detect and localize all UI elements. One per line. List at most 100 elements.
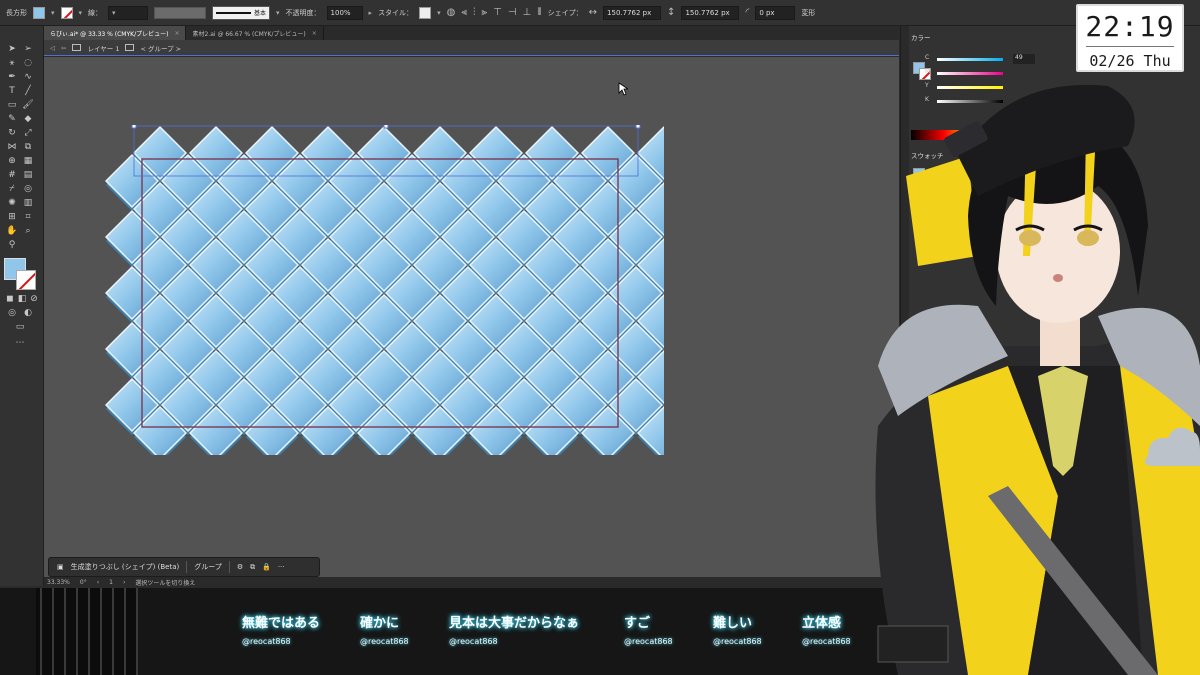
stroke-color-box[interactable] (16, 270, 36, 290)
close-icon[interactable]: × (174, 30, 179, 37)
stroke-weight-field[interactable]: ▾ (108, 5, 149, 20)
hand-tool-icon[interactable]: ✋ (6, 226, 18, 237)
align-bottom-icon[interactable]: ⊥ (523, 7, 532, 18)
magic-wand-tool-icon[interactable]: ⚹ (6, 58, 18, 69)
selection-tool-icon[interactable]: ➤ (6, 44, 18, 55)
diamond-tile-pattern[interactable] (104, 125, 664, 455)
brush-definition-label: 基本 (254, 10, 267, 17)
scale-tool-icon[interactable]: ⤢ (22, 128, 34, 139)
corner-radius-field[interactable]: 0 px (755, 5, 796, 20)
opacity-label[interactable]: 不透明度： (286, 8, 321, 18)
slice-tool-icon[interactable]: ⌗ (22, 212, 34, 223)
curvature-tool-icon[interactable]: ∿ (22, 72, 34, 83)
variable-width-profile[interactable] (154, 6, 207, 19)
artboard-prev-icon[interactable]: ‹ (97, 579, 99, 586)
screen-mode-icon[interactable]: ▭ (14, 322, 26, 333)
shape-section-label[interactable]: シェイプ： (548, 8, 583, 18)
free-transform-tool-icon[interactable]: ⧉ (22, 142, 34, 153)
rotate-tool-icon[interactable]: ↻ (6, 128, 18, 139)
fill-dropdown-icon[interactable]: ▾ (51, 9, 55, 17)
zoom-in-icon[interactable]: ⚲ (6, 240, 18, 251)
cyan-slider[interactable]: C (925, 54, 1003, 61)
tab-document-1[interactable]: らびぃ.ai* @ 33.33 % (CMYK/プレビュー) × (44, 26, 187, 40)
stroke-dropdown-icon[interactable]: ▾ (79, 9, 83, 17)
chat-message: 見本は大事だからなぁ @reocat868 (449, 612, 579, 646)
color-mode-icon[interactable]: ◼ (4, 294, 16, 305)
opacity-field[interactable]: 100% (326, 5, 363, 20)
cyan-value-field[interactable]: 49 (1013, 54, 1035, 64)
distribute-icon[interactable]: ⦀ (537, 7, 541, 18)
breadcrumb-layer[interactable]: レイヤー 1 (87, 43, 119, 53)
style-dropdown-icon[interactable]: ▾ (437, 9, 441, 17)
align-center-icon[interactable]: ⫶ (473, 7, 476, 18)
align-left-icon[interactable]: ⫷ (461, 7, 467, 18)
line-tool-icon[interactable]: ╱ (22, 86, 34, 97)
eraser-tool-icon[interactable]: ◆ (22, 114, 34, 125)
up-arrow-icon[interactable]: ⇦ (61, 44, 66, 52)
draw-behind-icon[interactable]: ◐ (22, 308, 34, 319)
symbol-sprayer-tool-icon[interactable]: ✺ (6, 198, 18, 209)
width-tool-icon[interactable]: ⋈ (6, 142, 18, 153)
lasso-tool-icon[interactable]: ◌ (22, 58, 34, 69)
perspective-grid-tool-icon[interactable]: ▦ (22, 156, 34, 167)
height-field[interactable]: 150.7762 px (681, 5, 740, 20)
opacity-dropdown-icon[interactable]: ▸ (369, 9, 373, 17)
style-swatch[interactable] (419, 6, 432, 19)
generative-fill-button[interactable]: 生成塗りつぶし (シェイプ) (Beta) (71, 562, 180, 572)
rotation-value[interactable]: 0° (80, 579, 87, 586)
selection-handle[interactable] (383, 125, 389, 129)
none-mode-icon[interactable]: ⊘ (28, 294, 40, 305)
recolor-icon[interactable]: ◍ (447, 7, 456, 18)
rectangle-tool-icon[interactable]: ▭ (6, 100, 18, 111)
artboard-number[interactable]: 1 (109, 579, 113, 586)
chat-username: @reocat868 (242, 637, 291, 646)
duplicate-icon[interactable]: ⧉ (250, 563, 255, 572)
artboard-tool-icon[interactable]: ⊞ (6, 212, 18, 223)
chat-message-text: 見本は大事だからなぁ (449, 616, 580, 631)
blend-tool-icon[interactable]: ◎ (22, 184, 34, 195)
gradient-mode-icon[interactable]: ◧ (16, 294, 28, 305)
more-options-button[interactable]: ··· (278, 563, 285, 571)
direct-selection-tool-icon[interactable]: ➢ (22, 44, 34, 55)
zoom-level[interactable]: 33.33% (47, 579, 70, 586)
brush-definition[interactable]: 基本 (212, 5, 271, 20)
decorative-stripes (36, 588, 138, 675)
brush-dropdown-icon[interactable]: ▾ (276, 9, 280, 17)
artboard-next-icon[interactable]: › (123, 579, 125, 586)
shape-builder-tool-icon[interactable]: ⊕ (6, 156, 18, 167)
pen-tool-icon[interactable]: ✒ (6, 72, 18, 83)
selection-handle[interactable] (131, 125, 137, 129)
align-right-icon[interactable]: ⫸ (481, 7, 487, 18)
eyedropper-tool-icon[interactable]: ⌿ (6, 184, 18, 195)
transform-label[interactable]: 変形 (801, 8, 815, 18)
breadcrumb-group[interactable]: < グループ > (140, 43, 181, 53)
align-middle-icon[interactable]: ⊣ (508, 7, 517, 18)
cyan-label: C (925, 54, 930, 61)
type-tool-icon[interactable]: T (6, 86, 18, 97)
stroke-swatch[interactable] (60, 6, 73, 19)
back-arrow-icon[interactable]: ◁ (50, 44, 55, 52)
close-icon[interactable]: × (312, 30, 317, 37)
color-panel-header[interactable]: カラー (911, 32, 931, 42)
width-field[interactable]: 150.7762 px (603, 5, 662, 20)
settings-gear-icon[interactable]: ⚙ (237, 563, 243, 571)
brush-tool-icon[interactable]: 🖌 (22, 100, 34, 111)
mesh-tool-icon[interactable]: # (6, 170, 18, 181)
gradient-tool-icon[interactable]: ▤ (22, 170, 34, 181)
fill-stroke-widget[interactable] (4, 258, 38, 292)
draw-mode-icon[interactable]: ◎ (6, 308, 18, 319)
lock-icon[interactable]: 🔒 (262, 563, 271, 571)
selection-handle[interactable] (635, 125, 641, 129)
group-button[interactable]: グループ (194, 562, 222, 572)
chat-message: 確かに @reocat868 (360, 612, 409, 646)
zoom-tool-icon[interactable]: ⌕ (22, 226, 34, 237)
tab-document-2[interactable]: 素材2.ai @ 66.67 % (CMYK/プレビュー) × (186, 26, 324, 40)
shaper-tool-icon[interactable]: ✎ (6, 114, 18, 125)
more-tools-icon[interactable]: ⋯ (14, 338, 26, 349)
column-graph-tool-icon[interactable]: ▥ (22, 198, 34, 209)
fill-swatch[interactable] (33, 6, 45, 19)
chat-message: すご @reocat868 (624, 612, 673, 646)
align-top-icon[interactable]: ⊤ (493, 7, 502, 18)
artboard-canvas[interactable] (44, 57, 899, 577)
style-label: スタイル： (378, 8, 414, 17)
